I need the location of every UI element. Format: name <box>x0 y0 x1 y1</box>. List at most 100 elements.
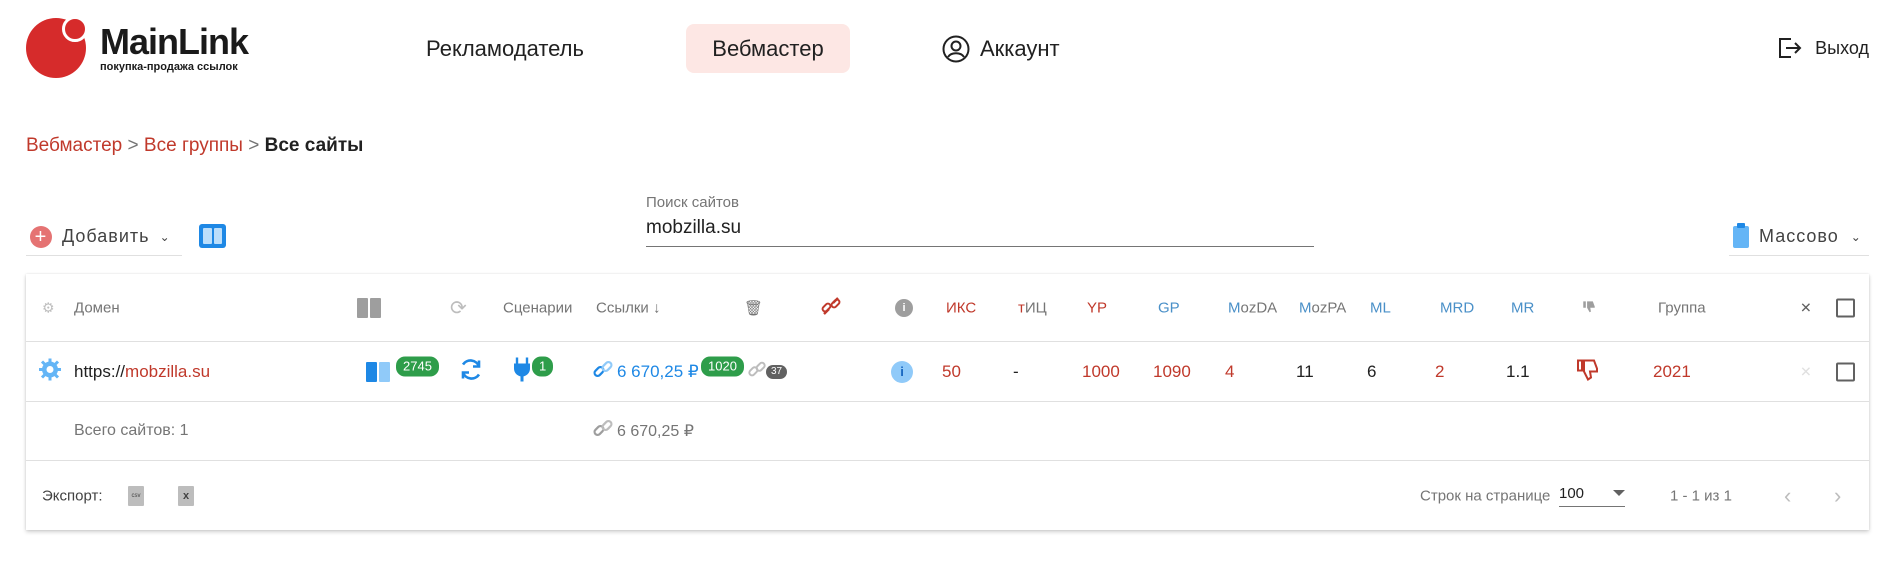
refresh-icon[interactable]: ⟳ <box>450 295 467 320</box>
col-mozda-m: M <box>1228 299 1241 316</box>
plug-icon[interactable] <box>512 356 532 387</box>
logo-mark <box>26 16 88 78</box>
col-mozpa-m: M <box>1299 299 1312 316</box>
mainlink-logo[interactable]: MainLink покупка-продажа ссылок <box>26 16 249 78</box>
cell-iks: 50 <box>942 361 961 381</box>
links-count-badge[interactable]: 1020 <box>701 356 744 377</box>
thumbs-down-header-icon[interactable] <box>1582 299 1596 316</box>
next-page-icon[interactable]: › <box>1834 483 1841 509</box>
prev-page-icon[interactable]: ‹ <box>1784 483 1791 509</box>
links-amount[interactable]: 6 670,25 ₽ <box>617 362 699 382</box>
nav-webmaster[interactable]: Вебмастер <box>686 24 850 73</box>
chevron-down-icon: ⌄ <box>159 229 171 244</box>
csv-export-icon[interactable]: csv <box>128 485 144 506</box>
select-all-checkbox[interactable] <box>1836 298 1855 317</box>
rows-per-page-select[interactable]: 100 <box>1559 485 1625 507</box>
mass-actions-button[interactable]: Массово ⌄ <box>1729 218 1869 256</box>
col-mr[interactable]: MR <box>1511 299 1534 316</box>
table-header-row: ⚙ Домен ⟳ Сценарии Ссылки ↓ 🗑 i ИКС тИЦ … <box>26 274 1869 342</box>
table-footer: Экспорт: csv x Строк на странице 100 1 -… <box>26 461 1869 530</box>
logout-button[interactable]: Выход <box>1777 36 1869 60</box>
domain-prefix: https:// <box>74 361 126 381</box>
xls-export-icon[interactable]: x <box>178 485 194 506</box>
col-mrd[interactable]: MRD <box>1440 299 1474 316</box>
chevron-down-icon: ⌄ <box>1850 229 1862 244</box>
breadcrumb-all-groups[interactable]: Все группы <box>144 135 243 156</box>
unlink-icon[interactable]: ✕ <box>1800 363 1812 380</box>
pages-count-badge[interactable]: 2745 <box>396 356 439 377</box>
trash-icon[interactable]: 🗑 <box>744 299 763 317</box>
col-group[interactable]: Группа <box>1658 299 1706 316</box>
col-tic-rest: ИЦ <box>1024 299 1047 316</box>
clipboard-icon <box>1733 222 1749 248</box>
scenarios-count-badge[interactable]: 1 <box>532 356 554 377</box>
table-row[interactable]: https://mobzilla.su 2745 1 6 670,25 ₽ 10… <box>26 342 1869 402</box>
cell-tic: - <box>1013 361 1019 381</box>
logo-tagline: покупка-продажа ссылок <box>100 61 238 73</box>
info-header-icon[interactable]: i <box>895 298 913 317</box>
column-layout-button[interactable] <box>199 224 226 248</box>
link-icon <box>592 358 614 385</box>
search-label: Поиск сайтов <box>646 194 739 211</box>
col-gr[interactable]: GP <box>1158 299 1180 316</box>
breadcrumb-current: Все сайты <box>264 135 364 156</box>
broken-link-icon[interactable] <box>820 296 842 320</box>
settings-gear-icon[interactable]: ⚙ <box>42 299 55 316</box>
total-amount: 6 670,25 ₽ <box>617 423 694 440</box>
breadcrumb-separator: > <box>127 135 139 156</box>
xls-label: x <box>178 485 194 506</box>
rows-per-page-value: 100 <box>1559 484 1585 502</box>
pages-book-icon[interactable] <box>366 361 390 382</box>
col-mozda-rest: ozDA <box>1240 299 1278 316</box>
cell-yr: 1000 <box>1082 361 1120 381</box>
arrow-down-icon: ↓ <box>652 299 661 316</box>
add-label: Добавить <box>62 226 150 246</box>
user-circle-icon <box>942 35 970 62</box>
broken-links-badge[interactable]: 37 <box>766 359 788 379</box>
cell-mrd: 2 <box>1435 361 1445 381</box>
unlink-header-icon[interactable]: ✕ <box>1800 299 1812 316</box>
logo-name: MainLink <box>100 21 249 62</box>
nav-advertiser[interactable]: Рекламодатель <box>426 24 584 73</box>
domain-name: mobzilla.su <box>125 361 211 381</box>
add-dropdown-button[interactable]: + Добавить ⌄ <box>26 218 182 256</box>
col-mozda[interactable]: MozDA <box>1228 299 1277 316</box>
col-scenarios[interactable]: Сценарии <box>503 299 572 316</box>
col-domain[interactable]: Домен <box>74 299 120 316</box>
csv-label: csv <box>128 485 144 506</box>
column-layout-icon <box>203 228 212 244</box>
cell-ml: 6 <box>1367 361 1377 381</box>
col-tic-t: т <box>1018 299 1025 316</box>
breadcrumb-webmaster[interactable]: Вебмастер <box>26 135 122 156</box>
col-links[interactable]: Ссылки ↓ <box>596 299 660 316</box>
site-info-icon[interactable]: i <box>891 360 913 383</box>
pages-book-icon[interactable] <box>357 297 381 318</box>
col-tic[interactable]: тИЦ <box>1018 299 1047 316</box>
breadcrumb-separator: > <box>248 135 260 156</box>
col-iks[interactable]: ИКС <box>946 299 976 316</box>
site-refresh-icon[interactable] <box>458 357 484 386</box>
site-search: Поиск сайтов <box>646 194 1314 247</box>
export-label: Экспорт: <box>42 487 103 504</box>
cell-mozda: 4 <box>1225 361 1235 381</box>
site-settings-gear-icon[interactable] <box>38 357 62 386</box>
site-domain-link[interactable]: https://mobzilla.su <box>74 362 210 382</box>
nav-account[interactable]: Аккаунт <box>942 24 1060 73</box>
col-mozpa[interactable]: MozPA <box>1299 299 1346 316</box>
row-checkbox[interactable] <box>1836 362 1855 381</box>
plus-circle-icon: + <box>30 225 52 248</box>
col-ml[interactable]: ML <box>1370 299 1391 316</box>
broken-links-icon[interactable] <box>747 359 767 384</box>
total-sites: Всего сайтов: 1 <box>74 422 189 439</box>
col-yr[interactable]: YP <box>1087 299 1107 316</box>
search-input[interactable] <box>646 211 1314 247</box>
breadcrumb: Вебмастер > Все группы > Все сайты <box>26 135 363 157</box>
cell-group[interactable]: 2021 <box>1653 362 1691 382</box>
dropdown-arrow-icon <box>1613 490 1625 496</box>
col-links-label: Ссылки <box>596 299 649 316</box>
cell-mr: 1.1 <box>1506 361 1530 381</box>
logout-icon <box>1779 38 1802 58</box>
thumbs-down-icon[interactable] <box>1576 357 1600 386</box>
table-total-row: Всего сайтов: 1 6 670,25 ₽ <box>26 402 1869 461</box>
logout-label: Выход <box>1815 37 1869 58</box>
